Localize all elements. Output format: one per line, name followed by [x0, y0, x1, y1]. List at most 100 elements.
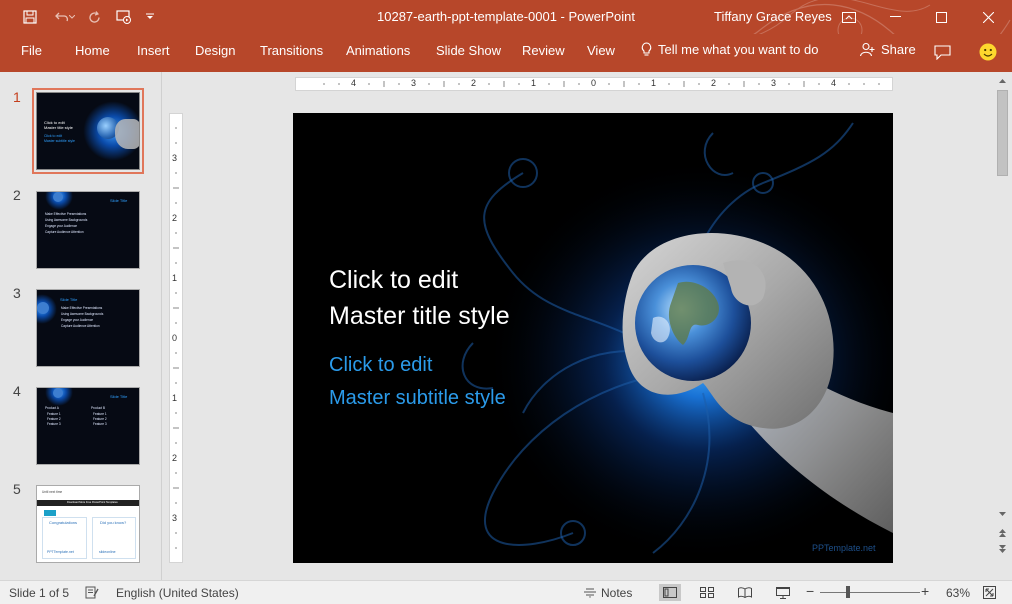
slide-subtitle-line-1: Click to edit	[329, 354, 433, 376]
normal-view-icon	[663, 587, 677, 598]
slide-thumbnail-5[interactable]: Until next time Download More Free Power…	[36, 485, 140, 563]
slide-subtitle-placeholder[interactable]: Click to edit Master subtitle style	[329, 349, 589, 415]
previous-slide-button[interactable]	[995, 526, 1010, 540]
tab-view[interactable]: View	[587, 43, 615, 58]
zoom-slider-handle[interactable]	[846, 586, 850, 598]
slide-thumbnail-3[interactable]: Slide Title Make Effective Presentations…	[36, 289, 140, 367]
tab-design[interactable]: Design	[195, 43, 235, 58]
share-button[interactable]: Share	[860, 42, 916, 57]
comment-icon	[933, 44, 951, 60]
ruler-label: 4	[831, 78, 837, 88]
tab-insert[interactable]: Insert	[137, 43, 170, 58]
window-title: 10287-earth-ppt-template-0001 - PowerPoi…	[377, 9, 635, 24]
earth-thumbnail-image	[53, 192, 63, 202]
slide-title-placeholder[interactable]: Click to edit Master title style	[329, 262, 589, 334]
tell-me-text: Tell me what you want to do	[658, 42, 819, 57]
comments-button[interactable]	[930, 41, 954, 63]
feedback-smiley-button[interactable]	[976, 41, 1000, 63]
thumb-bullet: Capture Audience Attention	[45, 230, 84, 234]
fit-slide-button[interactable]	[978, 584, 1000, 601]
close-icon	[982, 11, 994, 23]
user-name[interactable]: Tiffany Grace Reyes	[714, 9, 832, 24]
tab-home[interactable]: Home	[75, 43, 110, 58]
share-label: Share	[881, 42, 916, 57]
thumbnail-number: 4	[13, 383, 21, 399]
thumbnail-scrollbar[interactable]	[150, 72, 160, 580]
ruler-label: 3	[172, 513, 178, 523]
ruler-label: 2	[471, 78, 477, 88]
thumb-title: Click to edit Master title style	[44, 120, 73, 131]
slide-title-line-2: Master title style	[329, 302, 510, 330]
language-indicator[interactable]: English (United States)	[116, 586, 239, 600]
ruler-label: 2	[711, 78, 717, 88]
tell-me-search[interactable]: Tell me what you want to do	[641, 42, 818, 57]
minimize-button[interactable]	[872, 0, 918, 34]
slide-thumbnail-2[interactable]: Slide Title Make Effective Presentations…	[36, 191, 140, 269]
tab-transitions[interactable]: Transitions	[260, 43, 323, 58]
double-chevron-up-icon	[999, 529, 1006, 537]
tab-file[interactable]: File	[21, 43, 42, 58]
scroll-down-arrow[interactable]	[995, 507, 1010, 521]
scroll-thumb[interactable]	[997, 90, 1008, 176]
spelling-check-button[interactable]	[81, 584, 103, 601]
minimize-icon	[889, 16, 901, 17]
thumb-hourglass	[44, 510, 56, 516]
thumb-bullet: Engage your Audience	[45, 224, 78, 228]
thumb-heading: Slide Title	[110, 198, 128, 203]
save-icon	[23, 10, 37, 24]
slide-title-line-1: Click to edit	[329, 266, 459, 294]
title-bar: 10287-earth-ppt-template-0001 - PowerPoi…	[0, 0, 1012, 71]
zoom-level[interactable]: 63%	[946, 586, 970, 600]
thumb-banner: Download More Free PowerPoint Templates	[67, 501, 118, 504]
zoom-in-button[interactable]: +	[921, 583, 929, 599]
thumb-feature: Feature 3	[47, 422, 61, 426]
ruler-label: 3	[771, 78, 777, 88]
ruler-label: 0	[172, 333, 178, 343]
zoom-out-button[interactable]: −	[806, 583, 814, 599]
tab-animations[interactable]: Animations	[346, 43, 410, 58]
slide-canvas[interactable]: Click to edit Master title style Click t…	[293, 113, 893, 563]
maximize-button[interactable]	[918, 0, 964, 34]
thumb-heading: Slide Title	[60, 297, 78, 302]
thumb-bullet: Make Effective Presentations	[45, 212, 87, 216]
ribbon-display-options-button[interactable]	[826, 0, 872, 34]
zoom-slider-track[interactable]	[820, 592, 920, 593]
slide-counter: Slide 1 of 5	[9, 586, 70, 600]
close-button[interactable]	[964, 0, 1012, 34]
slide-background-art	[293, 113, 893, 563]
ruler-label: 2	[172, 213, 178, 223]
tab-slide-show[interactable]: Slide Show	[436, 43, 501, 58]
thumb-column-head: Product A	[45, 406, 59, 410]
slide-sorter-view-button[interactable]	[696, 584, 718, 601]
notes-button[interactable]: Notes	[584, 586, 632, 600]
thumbnail-number: 1	[13, 89, 21, 105]
slide-subtitle-line-2: Master subtitle style	[329, 387, 506, 409]
tab-review[interactable]: Review	[522, 43, 565, 58]
chevron-down-icon	[69, 15, 75, 19]
horizontal-ruler: 4 3 2 1 0 1 2 3 4	[295, 77, 893, 91]
ribbon-tabs: File Home Insert Design Transitions Anim…	[0, 34, 1012, 72]
editor-vertical-scrollbar[interactable]	[995, 74, 1010, 559]
book-icon	[738, 587, 752, 598]
repeat-button[interactable]	[82, 6, 106, 28]
notes-icon	[584, 588, 596, 598]
thumb-bullet: Using Awesome Backgrounds	[45, 218, 88, 222]
arrow-up-icon	[999, 79, 1006, 83]
customize-qat-button[interactable]	[140, 6, 160, 28]
slide-thumbnail-4[interactable]: Slide Title Product A Feature 1 Feature …	[36, 387, 140, 465]
reading-view-button[interactable]	[734, 584, 756, 601]
undo-dropdown[interactable]	[66, 6, 78, 28]
next-slide-button[interactable]	[995, 542, 1010, 556]
slide-show-view-button[interactable]	[772, 584, 794, 601]
save-button[interactable]	[18, 6, 42, 28]
ruler-label: 4	[351, 78, 357, 88]
lightbulb-icon	[641, 42, 652, 56]
start-from-beginning-button[interactable]	[112, 6, 136, 28]
slide-thumbnail-1[interactable]: Click to edit Master title style Click t…	[32, 88, 144, 174]
normal-view-button[interactable]	[659, 584, 681, 601]
powerpoint-window: 10287-earth-ppt-template-0001 - PowerPoi…	[0, 0, 1012, 604]
person-icon	[860, 42, 875, 57]
scroll-up-arrow[interactable]	[995, 74, 1010, 88]
ribbon-display-icon	[842, 11, 856, 23]
thumb-right-logo: slideonline	[99, 550, 116, 554]
